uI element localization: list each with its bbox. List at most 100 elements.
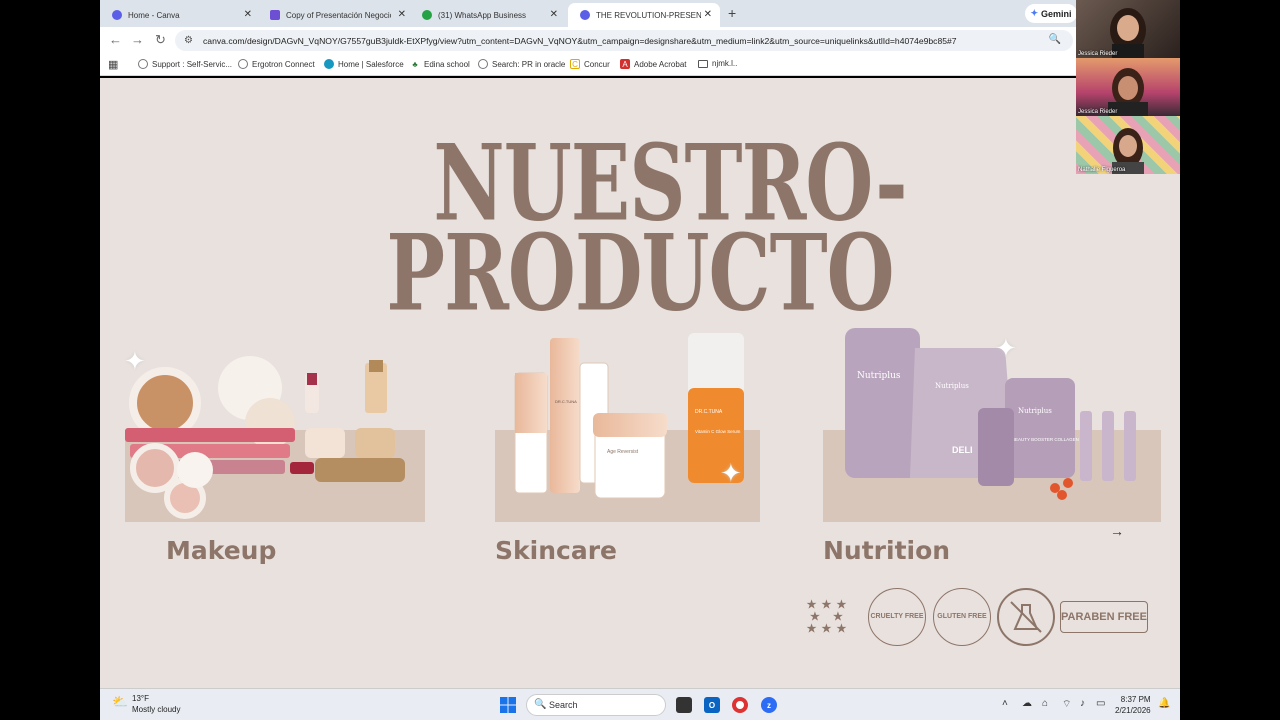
cloud-sun-icon: ⛅ xyxy=(112,694,129,709)
participant-video-1[interactable]: Jessica Rieder xyxy=(1076,0,1180,58)
tab-label: (31) WhatsApp Business xyxy=(438,10,527,20)
task-view-icon[interactable] xyxy=(676,697,692,713)
tab-home-canva[interactable]: Home - Canva ✕ xyxy=(100,3,260,27)
tab-whatsapp[interactable]: (31) WhatsApp Business ✕ xyxy=(410,3,566,27)
clock-date: 2/21/2026 xyxy=(1115,706,1151,715)
cloud-sync-icon[interactable]: ☁ xyxy=(1022,698,1032,709)
search-icon: 🔍 xyxy=(534,699,547,710)
notification-icon[interactable]: 🔔 xyxy=(1158,698,1170,709)
paraben-free-badge: PARABEN FREE xyxy=(1060,601,1148,633)
tab-label: Home - Canva xyxy=(128,10,180,20)
chrome-icon[interactable] xyxy=(732,697,748,713)
participant-avatar xyxy=(1112,128,1144,174)
product-label-age: Age Reversist xyxy=(607,449,639,455)
next-slide-arrow-icon[interactable]: → xyxy=(1110,523,1124,539)
close-icon[interactable]: ✕ xyxy=(398,9,406,20)
canva-icon xyxy=(112,10,122,20)
bookmark-ergotron[interactable]: Ergotron Connect xyxy=(238,59,315,69)
site-info-icon[interactable]: ⚙ xyxy=(184,35,193,46)
forward-icon[interactable]: → xyxy=(131,32,144,47)
bookmark-label: njmk.l.. xyxy=(712,59,738,68)
participant-video-3[interactable]: Nathalie Figueroa xyxy=(1076,116,1180,174)
participant-avatar xyxy=(1110,8,1146,58)
address-bar[interactable]: ⚙ canva.com/design/DAGvN_VqNOY/G7557guB3… xyxy=(175,30,1073,51)
back-icon[interactable]: ← xyxy=(109,32,122,47)
wifi-icon[interactable]: ⌔ xyxy=(1062,698,1071,711)
globe-icon xyxy=(138,59,148,69)
sparkle-icon: ✦ xyxy=(995,333,1017,363)
outlook-icon[interactable]: O xyxy=(704,697,720,713)
weather-widget[interactable]: ⛅ 13°F Mostly cloudy xyxy=(112,693,180,715)
windows-start-icon[interactable] xyxy=(500,697,516,713)
tab-revolution[interactable]: THE REVOLUTION-PRESENTACIÓ ✕ xyxy=(568,3,720,27)
makeup-products-image xyxy=(125,356,405,519)
chevron-up-icon[interactable]: ˄ xyxy=(1002,698,1008,709)
apps-grid-icon[interactable]: ▦ xyxy=(108,58,118,71)
no-chemicals-icon xyxy=(997,588,1055,646)
folder-icon xyxy=(698,59,708,68)
nutrition-products-image: Nutriplus Nutriplus DELI Nutriplus BEAUT… xyxy=(845,328,1136,500)
bookmark-salesforce[interactable]: Home | Salesforce xyxy=(324,59,404,69)
participant-name: Nathalie Figueroa xyxy=(1078,167,1126,173)
bookmark-folder[interactable]: njmk.l.. xyxy=(698,59,737,68)
eu-stars-icon: ★ ★ ★ ★ ★ ★ ★ ★ xyxy=(806,598,848,636)
canva-icon xyxy=(580,10,590,20)
zoom-icon[interactable]: 🔍 xyxy=(1049,34,1061,45)
cruelty-free-badge: CRUELTY FREE xyxy=(868,588,926,646)
taskbar: ⛅ 13°F Mostly cloudy 🔍 Search O z ˄ ☁ ⌂ … xyxy=(100,688,1180,720)
network-icon[interactable]: ⌂ xyxy=(1042,698,1048,709)
bookmark-label: Search: PR in oracle xyxy=(492,59,566,69)
tab-bar: Home - Canva ✕ Copy of Presentación Nego… xyxy=(100,0,1080,27)
volume-icon[interactable]: ♪ xyxy=(1080,698,1085,709)
whatsapp-icon xyxy=(422,10,432,20)
badge-label: PARABEN FREE xyxy=(1061,610,1147,623)
bookmark-label: Edina school xyxy=(424,59,470,69)
product-label-nutri1: Nutriplus xyxy=(857,371,901,381)
bookmark-concur[interactable]: C Concur xyxy=(570,59,610,69)
tab-copy-presentacion[interactable]: Copy of Presentación Negocio ✕ xyxy=(258,3,414,27)
screen: Home - Canva ✕ Copy of Presentación Nego… xyxy=(0,0,1280,720)
gemini-label: Gemini xyxy=(1041,8,1072,19)
sparkle-icon: ✦ xyxy=(124,346,146,376)
product-label-nutri2: Nutriplus xyxy=(935,382,969,390)
url-text: canva.com/design/DAGvN_VqNOY/G7557guB3ju… xyxy=(203,35,957,46)
zoom-app-icon[interactable]: z xyxy=(761,697,777,713)
close-icon[interactable]: ✕ xyxy=(550,9,558,20)
product-label-drc2: DR.C.TUNA xyxy=(695,409,723,415)
bookmark-label: Home | Salesforce xyxy=(338,59,404,69)
new-tab-button[interactable]: + xyxy=(728,5,736,21)
bookmark-oracle[interactable]: Search: PR in oracle xyxy=(478,59,565,69)
browser-toolbar: ← → ↻ ⚙ canva.com/design/DAGvN_VqNOY/G75… xyxy=(100,27,1080,54)
tree-icon: ♣ xyxy=(412,59,418,69)
bookmark-label: Concur xyxy=(584,59,610,69)
battery-icon[interactable]: ▭ xyxy=(1096,698,1105,709)
bookmark-edina[interactable]: ♣ Edina school xyxy=(410,59,470,69)
bookmark-acrobat[interactable]: A Adobe Acrobat xyxy=(620,59,686,69)
system-clock[interactable]: 8:37 PM 2/21/2026 xyxy=(1115,694,1151,716)
category-skincare: Skincare xyxy=(495,536,617,565)
bookmark-support[interactable]: Support : Self-Servic... xyxy=(138,59,232,69)
taskbar-search[interactable]: 🔍 Search xyxy=(526,694,666,716)
close-icon[interactable]: ✕ xyxy=(244,9,252,20)
concur-icon: C xyxy=(570,59,580,69)
tab-label: Copy of Presentación Negocio xyxy=(286,10,391,20)
category-nutrition: Nutrition xyxy=(823,536,951,565)
sparkle-icon: ✦ xyxy=(720,458,742,488)
participant-name: Jessica Rieder xyxy=(1078,109,1118,115)
participant-avatar xyxy=(1108,68,1148,116)
clock-time: 8:37 PM xyxy=(1120,695,1151,704)
reload-icon[interactable]: ↻ xyxy=(155,32,166,48)
participant-video-2[interactable]: Jessica Rieder xyxy=(1076,58,1180,116)
close-icon[interactable]: ✕ xyxy=(704,9,712,20)
slides-icon xyxy=(270,10,280,20)
product-label-deli: DELI xyxy=(952,445,973,455)
gemini-button[interactable]: ✦ Gemini xyxy=(1025,4,1077,23)
tab-label: THE REVOLUTION-PRESENTACIÓ xyxy=(596,10,701,20)
slide-canvas[interactable]: NUESTRO- PRODUCTO ✦ Makeup Age Reversist… xyxy=(100,78,1180,688)
bookmark-label: Ergotron Connect xyxy=(252,59,315,69)
badge-label: CRUELTY FREE xyxy=(870,613,924,621)
badge-label: GLUTEN FREE xyxy=(937,613,987,621)
bookmark-label: Support : Self-Servic... xyxy=(152,59,233,69)
weather-temp: 13°F xyxy=(132,694,149,703)
globe-icon xyxy=(238,59,248,69)
